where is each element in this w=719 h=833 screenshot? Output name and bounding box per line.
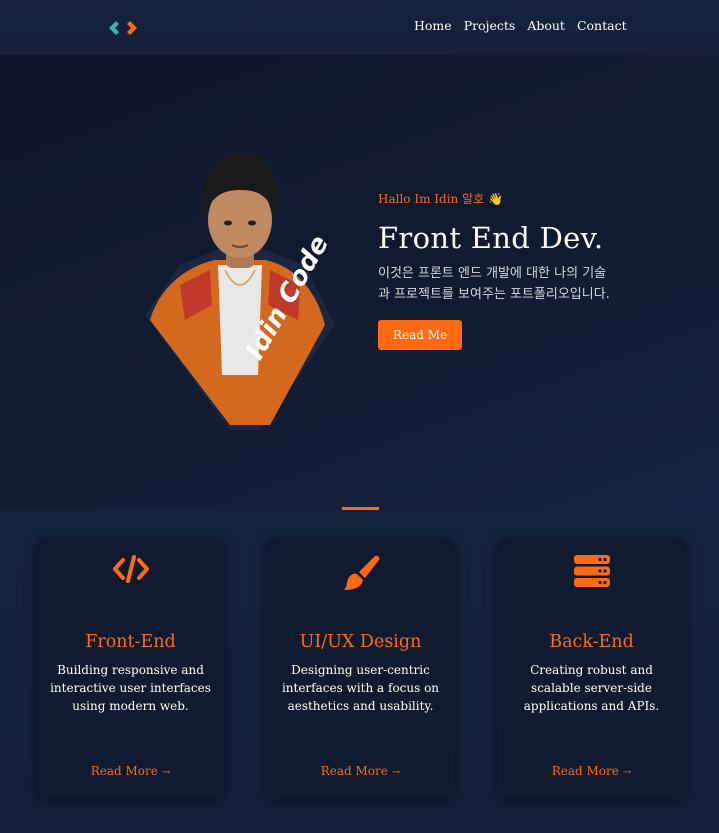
service-title: Back-End: [549, 632, 634, 652]
hero-title: Front End Dev.: [378, 221, 604, 255]
service-description: Building responsive and interactive user…: [50, 663, 211, 713]
read-me-button[interactable]: Read Me: [378, 320, 463, 350]
arrow-right-icon: →: [161, 767, 171, 778]
server-icon: [498, 554, 685, 590]
code-chevrons-icon[interactable]: [108, 20, 138, 36]
arrow-right-icon: →: [391, 767, 401, 778]
nav-link-contact[interactable]: Contact: [577, 18, 627, 33]
navbar: Home Projects About Contact: [0, 0, 719, 55]
nav-link-home[interactable]: Home: [414, 18, 452, 33]
service-description: Designing user-centric interfaces with a…: [281, 663, 440, 713]
hero-section: Idin Code Hallo Im Idin 알호 👋 Front End D…: [0, 55, 719, 510]
hero-description: 이것은 프론트 엔드 개발에 대한 나의 기술과 프로젝트를 보여주는 포트폴리…: [378, 266, 610, 302]
service-title: Front-End: [85, 632, 176, 652]
nav-link-about[interactable]: About: [527, 18, 565, 33]
read-more-link[interactable]: Read More →: [267, 764, 454, 778]
service-card-backend: Back-End Creating robust and scalable se…: [498, 538, 685, 796]
service-description: Creating robust and scalable server-side…: [523, 663, 660, 713]
read-more-link[interactable]: Read More →: [37, 764, 224, 778]
hero-greeting: Hallo Im Idin 알호 👋: [378, 192, 503, 206]
profile-portrait: Idin Code: [140, 145, 340, 435]
code-icon: [37, 554, 224, 590]
hero-text-block: Hallo Im Idin 알호 👋 Front End Dev. 이것은 프론…: [378, 190, 623, 350]
services-section: Front-End Building responsive and intera…: [0, 510, 719, 833]
arrow-right-icon: →: [622, 767, 632, 778]
nav-menu: Home Projects About Contact: [414, 18, 639, 33]
nav-link-projects[interactable]: Projects: [464, 18, 516, 33]
service-title: UI/UX Design: [299, 632, 422, 652]
read-more-link[interactable]: Read More →: [498, 764, 685, 778]
service-card-frontend: Front-End Building responsive and intera…: [37, 538, 224, 796]
service-card-uiux: UI/UX Design Designing user-centric inte…: [267, 538, 454, 796]
paintbrush-icon: [267, 554, 454, 590]
